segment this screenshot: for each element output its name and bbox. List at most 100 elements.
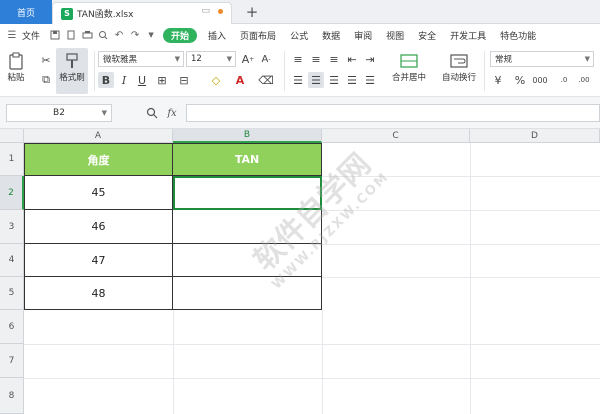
indent-decrease-icon[interactable]: ⇤ [344, 51, 360, 67]
menu-tab-data[interactable]: 数据 [315, 25, 347, 45]
indent-increase-icon[interactable]: ⇥ [362, 51, 378, 67]
fx-icon[interactable]: fx [164, 104, 180, 122]
cut-icon[interactable]: ✂ [38, 52, 54, 68]
italic-button[interactable]: I [116, 72, 132, 88]
gridline [322, 210, 600, 211]
table-cell-a4[interactable]: 47 [24, 244, 173, 277]
wrap-text-button[interactable]: 自动换行 [442, 51, 476, 83]
number-format-select[interactable]: 常规 ▼ [490, 51, 594, 67]
column-header-d[interactable]: D [470, 129, 600, 143]
print-preview-icon[interactable] [95, 25, 111, 45]
select-all-corner[interactable] [0, 129, 24, 143]
border-icon[interactable]: ⊞ [154, 72, 170, 88]
name-box[interactable]: B2 ▼ [6, 104, 112, 122]
redo-icon[interactable]: ↷ [127, 25, 143, 45]
font-name-value: 微软雅黑 [103, 55, 138, 65]
table-cell-b2[interactable] [173, 176, 322, 210]
table-cell-a5[interactable]: 48 [24, 277, 173, 310]
name-box-value: B2 [53, 108, 65, 118]
zoom-icon[interactable] [144, 104, 160, 122]
header-cell-angle[interactable]: 角度 [24, 143, 173, 176]
row-header-1[interactable]: 1 [0, 143, 24, 176]
copy-icon[interactable]: ⧉ [38, 72, 54, 88]
align-bottom-icon[interactable]: ≡ [326, 51, 342, 67]
ribbon-divider [284, 51, 285, 91]
increase-decimal-icon[interactable]: .0 [556, 72, 572, 88]
column-header-c[interactable]: C [322, 129, 470, 143]
table-cell-b3[interactable] [173, 210, 322, 244]
increase-font-icon[interactable]: A + [240, 51, 256, 67]
format-painter-button[interactable]: 格式刷 [56, 48, 88, 94]
print-icon[interactable] [79, 25, 95, 45]
row-header-7[interactable]: 7 [0, 344, 24, 378]
menu-tab-page-layout[interactable]: 页面布局 [233, 25, 283, 45]
bold-button[interactable]: B [98, 72, 114, 88]
menu-tab-formula[interactable]: 公式 [283, 25, 315, 45]
new-tab-button[interactable]: + [242, 2, 262, 22]
fill-color-icon[interactable]: ◇ [208, 72, 224, 88]
hamburger-icon[interactable]: ☰ [4, 25, 20, 45]
underline-button[interactable]: U [134, 72, 150, 88]
align-top-icon[interactable]: ≡ [290, 51, 306, 67]
spreadsheet-icon: S [61, 7, 73, 20]
gridline [24, 344, 600, 345]
merge-center-label: 合并居中 [392, 73, 427, 83]
row-header-5[interactable]: 5 [0, 277, 24, 310]
gridline [470, 143, 471, 414]
menu-tab-start[interactable]: 开始 [163, 27, 198, 43]
table-cell-a2[interactable]: 45 [24, 176, 173, 210]
merge-center-button[interactable]: 合并居中 [392, 51, 426, 83]
menu-tab-review[interactable]: 审阅 [347, 25, 379, 45]
decrease-decimal-icon[interactable]: .00 [576, 72, 592, 88]
formula-bar: B2 ▼ fx [0, 97, 600, 129]
justify-icon[interactable]: ☰ [344, 72, 360, 88]
table-cell-b4[interactable] [173, 244, 322, 277]
menu-tab-security[interactable]: 安全 [411, 25, 443, 45]
table-cell-b5[interactable] [173, 277, 322, 310]
chevron-down-icon: ▼ [174, 55, 180, 63]
font-color-button[interactable]: A [232, 72, 248, 88]
file-tab[interactable]: S TAN函数.xlsx ▭ [52, 2, 232, 24]
gridline [322, 310, 323, 414]
undo-icon[interactable]: ↶ [111, 25, 127, 45]
menu-tab-developer[interactable]: 开发工具 [443, 25, 493, 45]
align-center-icon[interactable]: ☰ [308, 72, 324, 88]
menu-tab-insert[interactable]: 插入 [201, 25, 233, 45]
align-middle-icon[interactable]: ≡ [308, 51, 324, 67]
decrease-font-icon[interactable]: A- [258, 51, 274, 67]
menu-tab-features[interactable]: 特色功能 [493, 25, 543, 45]
formula-input[interactable] [186, 104, 600, 122]
monitor-icon[interactable]: ▭ [201, 6, 210, 16]
menu-tab-view[interactable]: 视图 [379, 25, 411, 45]
file-menu[interactable]: 文件 [20, 25, 47, 45]
row-header-2[interactable]: 2 [0, 176, 24, 210]
header-cell-tan[interactable]: TAN [173, 143, 322, 176]
align-right-icon[interactable]: ☰ [326, 72, 342, 88]
row-header-3[interactable]: 3 [0, 210, 24, 244]
brush-icon [62, 51, 82, 71]
thousands-icon[interactable]: 000 [532, 72, 548, 88]
row-header-4[interactable]: 4 [0, 244, 24, 277]
strikethrough-icon[interactable]: ⊟ [176, 72, 192, 88]
row-header-8[interactable]: 8 [0, 378, 24, 414]
font-name-select[interactable]: 微软雅黑 ▼ [98, 51, 184, 67]
table-cell-a3[interactable]: 46 [24, 210, 173, 244]
font-size-select[interactable]: 12 ▼ [186, 51, 236, 67]
align-left-icon[interactable]: ☰ [290, 72, 306, 88]
gridline [24, 378, 600, 379]
column-header-b[interactable]: B [173, 129, 322, 143]
dropdown-icon[interactable]: ▼ [143, 25, 159, 45]
eraser-icon[interactable]: ⌫ [258, 72, 274, 88]
home-tab[interactable]: 首页 [0, 0, 52, 24]
paste-button[interactable]: 粘贴 [6, 51, 26, 83]
row-header-6[interactable]: 6 [0, 310, 24, 344]
font-size-value: 12 [191, 54, 202, 64]
percent-icon[interactable]: % [512, 72, 528, 88]
export-pdf-icon[interactable] [63, 25, 79, 45]
paste-label: 粘贴 [7, 73, 25, 83]
currency-icon[interactable]: ¥ [490, 72, 506, 88]
column-header-a[interactable]: A [24, 129, 173, 143]
save-icon[interactable] [47, 25, 63, 45]
distribute-icon[interactable]: ☰ [362, 72, 378, 88]
gridline [322, 176, 600, 177]
